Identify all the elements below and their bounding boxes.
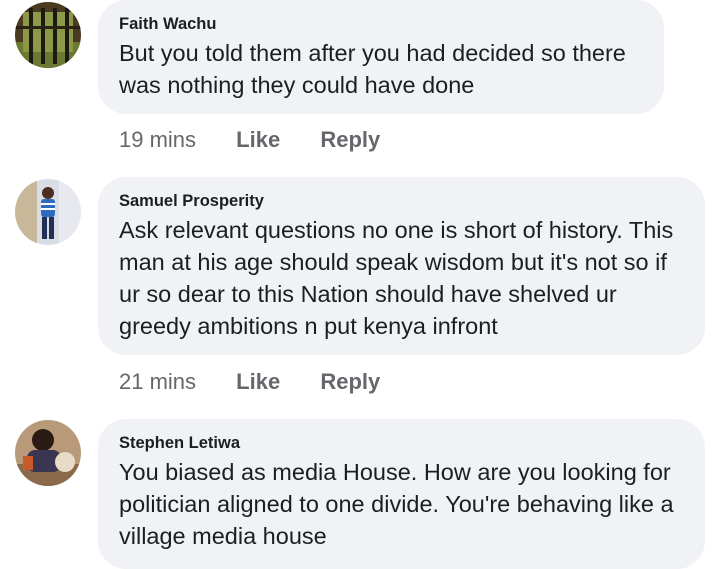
avatar[interactable] <box>15 420 81 486</box>
reply-button[interactable]: Reply <box>320 127 380 153</box>
like-button[interactable]: Like <box>236 369 280 395</box>
avatar[interactable] <box>15 179 81 245</box>
comment-bubble: Samuel Prosperity Ask relevant questions… <box>98 177 705 355</box>
comment-time[interactable]: 19 mins <box>119 127 196 153</box>
comment-author[interactable]: Samuel Prosperity <box>119 190 683 212</box>
comment-actions: 19 mins Like Reply <box>119 127 380 153</box>
avatar-image <box>15 179 81 245</box>
comment-author[interactable]: Faith Wachu <box>119 13 642 35</box>
like-button[interactable]: Like <box>236 127 280 153</box>
comment-bubble: Stephen Letiwa You biased as media House… <box>98 419 705 569</box>
avatar-image <box>15 420 81 486</box>
avatar-image <box>15 2 81 68</box>
comment-time[interactable]: 21 mins <box>119 369 196 395</box>
comment-text: Ask relevant questions no one is short o… <box>119 217 674 339</box>
comment-author[interactable]: Stephen Letiwa <box>119 432 683 454</box>
reply-button[interactable]: Reply <box>320 369 380 395</box>
comment-text: You biased as media House. How are you l… <box>119 459 674 549</box>
comment-actions: 21 mins Like Reply <box>119 369 380 395</box>
comment-bubble: Faith Wachu But you told them after you … <box>98 0 664 114</box>
avatar[interactable] <box>15 2 81 68</box>
comment-text: But you told them after you had decided … <box>119 40 626 98</box>
